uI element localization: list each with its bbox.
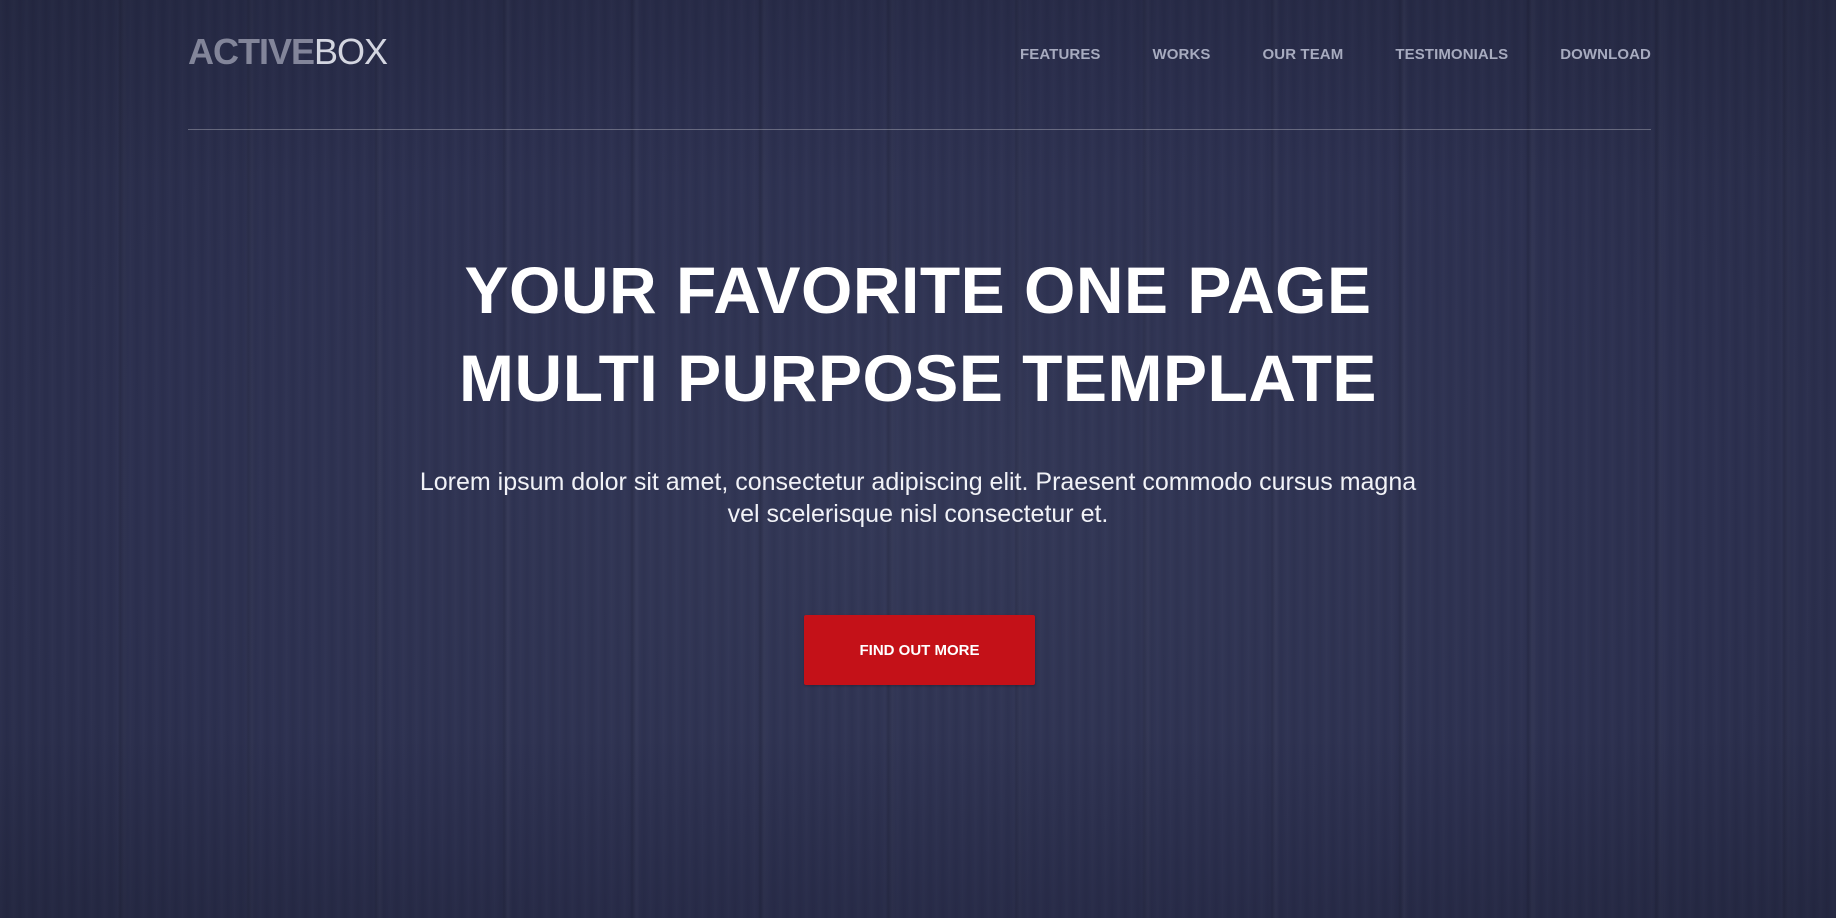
site-logo[interactable]: ACTIVEBOX [188,31,388,72]
logo-light-text: BOX [314,31,388,72]
hero-subtitle: Lorem ipsum dolor sit amet, consectetur … [338,466,1498,530]
nav-link-download[interactable]: DOWNLOAD [1560,46,1651,63]
nav-link-works[interactable]: WORKS [1153,46,1211,63]
hero-title-line-1: YOUR FAVORITE ONE PAGE [464,253,1372,327]
hero-subtitle-line-2: vel scelerisque nisl consectetur et. [727,500,1109,528]
nav-link-testimonials[interactable]: TESTIMONIALS [1395,46,1508,63]
find-out-more-button[interactable]: FIND OUT MORE [804,615,1035,685]
hero-subtitle-line-1: Lorem ipsum dolor sit amet, consectetur … [419,468,1417,496]
nav-link-features[interactable]: FEATURES [1020,46,1101,63]
main-nav: FEATURES WORKS OUR TEAM TESTIMONIALS DOW… [1020,46,1651,63]
hero-title: YOUR FAVORITE ONE PAGE MULTI PURPOSE TEM… [0,246,1836,422]
hero-title-line-2: MULTI PURPOSE TEMPLATE [459,341,1377,415]
logo-bold-text: ACTIVE [188,31,315,72]
hero-section: YOUR FAVORITE ONE PAGE MULTI PURPOSE TEM… [0,246,1836,530]
site-header: ACTIVEBOX FEATURES WORKS OUR TEAM TESTIM… [188,0,1651,130]
nav-link-our-team[interactable]: OUR TEAM [1263,46,1344,63]
